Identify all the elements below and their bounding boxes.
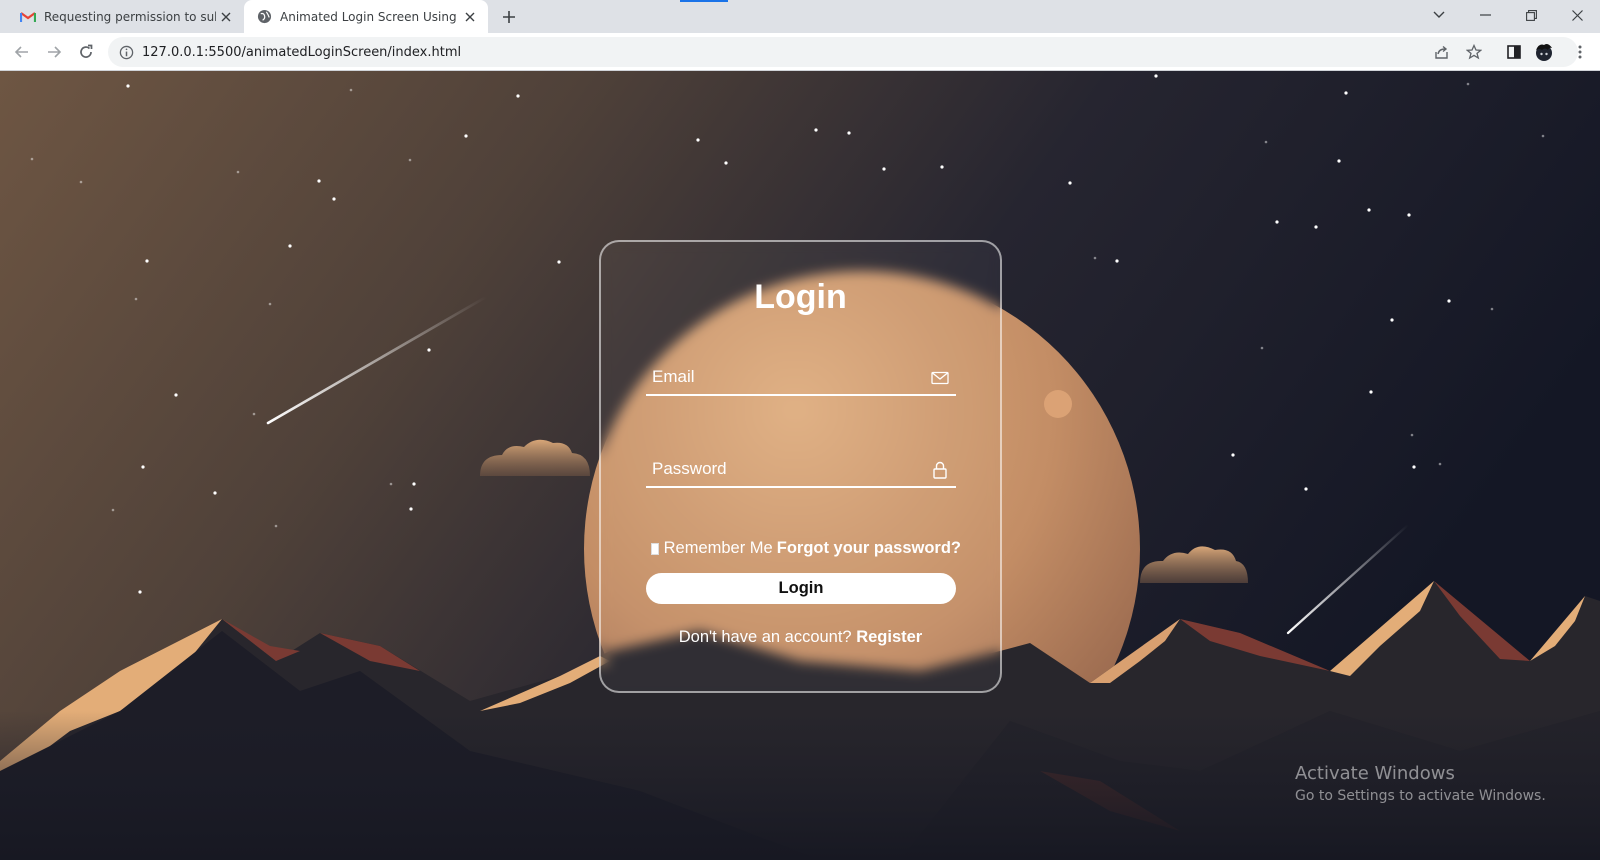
close-icon[interactable] (460, 7, 480, 27)
no-account-text: Don't have an account? (678, 628, 852, 646)
email-input[interactable] (646, 360, 916, 394)
browser-menu-icon[interactable] (1566, 38, 1594, 66)
remember-row: Remember Me Forgot your password? (651, 539, 961, 558)
forgot-password-link[interactable]: Forgot your password? (777, 539, 961, 558)
minimize-button[interactable] (1462, 0, 1508, 30)
close-window-button[interactable] (1554, 0, 1600, 30)
address-bar[interactable]: 127.0.0.1:5500/animatedLoginScreen/index… (108, 37, 1578, 67)
side-panel-icon[interactable] (1500, 38, 1528, 66)
password-input[interactable] (646, 452, 916, 486)
share-icon[interactable] (1428, 38, 1456, 66)
login-card: Login Remember Me Forgot your password? … (599, 240, 1002, 693)
windows-activation-watermark: Activate Windows Go to Settings to activ… (1295, 763, 1546, 804)
close-icon[interactable] (216, 7, 236, 27)
watermark-title: Activate Windows (1295, 763, 1455, 784)
forward-button[interactable] (40, 38, 68, 66)
tab-gmail[interactable]: Requesting permission to submit (8, 0, 244, 33)
new-tab-button[interactable] (498, 6, 520, 28)
register-row: Don't have an account? Register (601, 628, 1000, 647)
password-field[interactable] (646, 452, 956, 488)
mail-icon (931, 371, 949, 385)
tab-title: Animated Login Screen Using HT (280, 9, 460, 24)
restore-button[interactable] (1508, 0, 1554, 30)
site-info-icon[interactable] (112, 38, 140, 66)
page-viewport: Login Remember Me Forgot your password? … (0, 71, 1600, 860)
lock-icon (933, 461, 947, 479)
reload-button[interactable] (72, 38, 100, 66)
profile-avatar[interactable] (1530, 38, 1558, 66)
tab-search-button[interactable] (1416, 0, 1462, 30)
email-field[interactable] (646, 360, 956, 396)
remember-checkbox[interactable] (651, 542, 659, 555)
tab-animated-login[interactable]: Animated Login Screen Using HT (244, 0, 488, 33)
login-button[interactable]: Login (646, 573, 956, 604)
bookmark-star-icon[interactable] (1460, 38, 1488, 66)
url-text[interactable]: 127.0.0.1:5500/animatedLoginScreen/index… (142, 45, 461, 60)
small-moon (1044, 390, 1072, 418)
register-link[interactable]: Register (856, 628, 922, 646)
remember-label[interactable]: Remember Me (664, 539, 773, 558)
gmail-icon (20, 9, 36, 25)
browser-tab-strip: Requesting permission to submit Animated… (0, 0, 1600, 33)
globe-icon (256, 9, 272, 25)
login-title: Login (754, 278, 847, 316)
loading-indicator (680, 0, 728, 2)
watermark-subtitle: Go to Settings to activate Windows. (1295, 788, 1546, 804)
back-button[interactable] (8, 38, 36, 66)
tab-title: Requesting permission to submit (44, 9, 216, 24)
browser-toolbar: 127.0.0.1:5500/animatedLoginScreen/index… (0, 33, 1600, 71)
